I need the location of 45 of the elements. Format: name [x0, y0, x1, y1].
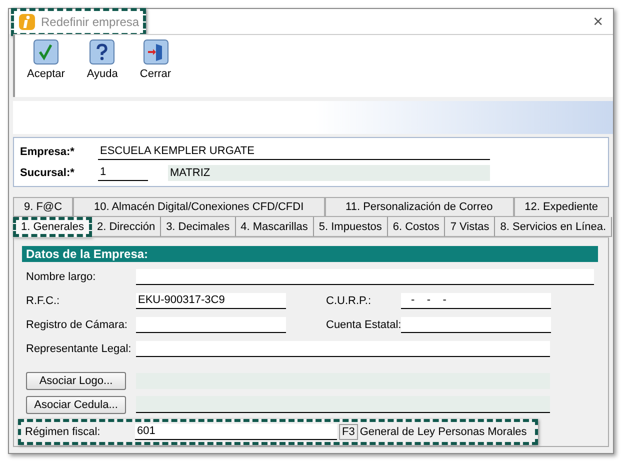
- question-icon: [89, 39, 116, 65]
- field-label: Empresa:*: [20, 146, 76, 158]
- input-field[interactable]: 601: [135, 424, 337, 440]
- toolbar-button[interactable]: Aceptar: [23, 39, 69, 85]
- tab[interactable]: 5. Impuestos: [314, 217, 388, 237]
- readonly-field: MATRIZ: [168, 164, 490, 180]
- field-label: Representante Legal:: [26, 342, 132, 354]
- tab[interactable]: 1. Generales: [13, 217, 92, 237]
- info-icon: [18, 12, 36, 30]
- tab[interactable]: 2. Dirección: [92, 217, 162, 237]
- exit-door-icon: [142, 39, 168, 65]
- field-label: Sucursal:*: [20, 166, 76, 178]
- tab[interactable]: 7 Vistas: [445, 217, 496, 237]
- toolbar-button[interactable]: Cerrar: [136, 39, 176, 85]
- input-field[interactable]: [401, 316, 551, 332]
- associate-logo-button[interactable]: Asociar Logo...: [26, 372, 126, 390]
- field-label: Nombre largo:: [26, 270, 97, 282]
- section-header: Datos de la Empresa:: [22, 246, 598, 262]
- toolbar-button[interactable]: Ayuda: [82, 39, 122, 85]
- input-field[interactable]: ESCUELA KEMPLER URGATE: [98, 144, 490, 160]
- input-field[interactable]: - - -: [401, 292, 551, 308]
- tab[interactable]: 10. Almacén Digital/Conexiones CFD/CFDI: [73, 197, 325, 217]
- input-field[interactable]: [136, 316, 286, 332]
- tab[interactable]: 8. Servicios en Línea.: [495, 217, 612, 237]
- checkmark-icon: [32, 39, 59, 65]
- field-value: General de Ley Personas Morales: [360, 426, 527, 438]
- tab[interactable]: 3. Decimales: [161, 217, 236, 237]
- tab[interactable]: 11. Personalización de Correo: [324, 197, 514, 217]
- tab[interactable]: 6. Costos: [388, 217, 446, 237]
- input-field[interactable]: 1: [98, 164, 148, 180]
- tab[interactable]: 9. F@C: [13, 197, 74, 217]
- field-label: Régimen fiscal:: [25, 426, 102, 438]
- field-label: C.U.R.P.:: [326, 294, 372, 306]
- input-field[interactable]: [136, 340, 550, 356]
- field-label: Cuenta Estatal:: [326, 318, 401, 330]
- field-label: Registro de Cámara:: [26, 318, 128, 330]
- lookup-button[interactable]: F3: [339, 424, 358, 440]
- window-title: Redefinir empresa: [41, 14, 140, 28]
- tab[interactable]: 4. Mascarillas: [236, 217, 314, 237]
- tab[interactable]: 12. Expediente: [514, 197, 609, 217]
- input-field[interactable]: EKU-900317-3C9: [136, 292, 286, 308]
- field-label: R.F.C.:: [26, 294, 61, 306]
- associate-certificate-button[interactable]: Asociar Cedula...: [26, 396, 126, 414]
- close-button[interactable]: ×: [589, 13, 607, 30]
- input-field[interactable]: [136, 268, 594, 284]
